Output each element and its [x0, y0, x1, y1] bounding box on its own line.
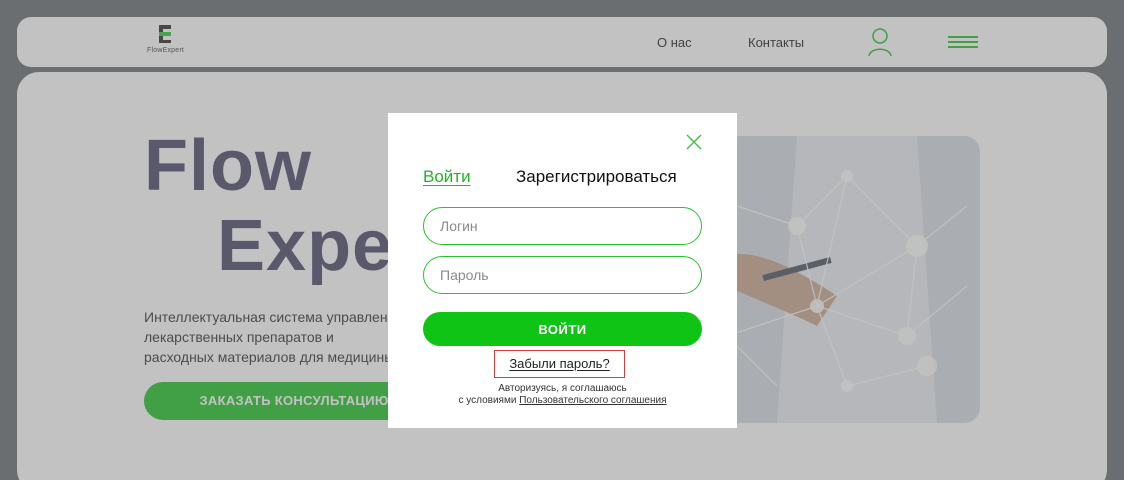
forgot-password-link[interactable]: Забыли пароль?	[494, 350, 625, 378]
terms-line2: с условиями Пользовательского соглашения	[388, 395, 737, 407]
window-left-edge	[0, 0, 6, 480]
login-input[interactable]	[423, 207, 702, 245]
tab-login[interactable]: Войти	[423, 167, 471, 187]
terms-line1: Авторизуясь, я соглашаюсь	[498, 383, 627, 394]
tab-register[interactable]: Зарегистрироваться	[516, 167, 677, 187]
forgot-password-label: Забыли пароль?	[509, 356, 610, 371]
user-agreement-link[interactable]: Пользовательского соглашения	[519, 395, 666, 406]
window-right-edge	[1117, 0, 1124, 480]
terms-notice: Авторизуясь, я соглашаюсь с условиями По…	[388, 383, 737, 407]
login-modal: Войти Зарегистрироваться ВОЙТИ Забыли па…	[388, 113, 737, 428]
password-input[interactable]	[423, 256, 702, 294]
terms-prefix: с условиями	[458, 395, 517, 406]
login-submit-button[interactable]: ВОЙТИ	[423, 312, 702, 346]
close-icon[interactable]	[685, 133, 703, 151]
